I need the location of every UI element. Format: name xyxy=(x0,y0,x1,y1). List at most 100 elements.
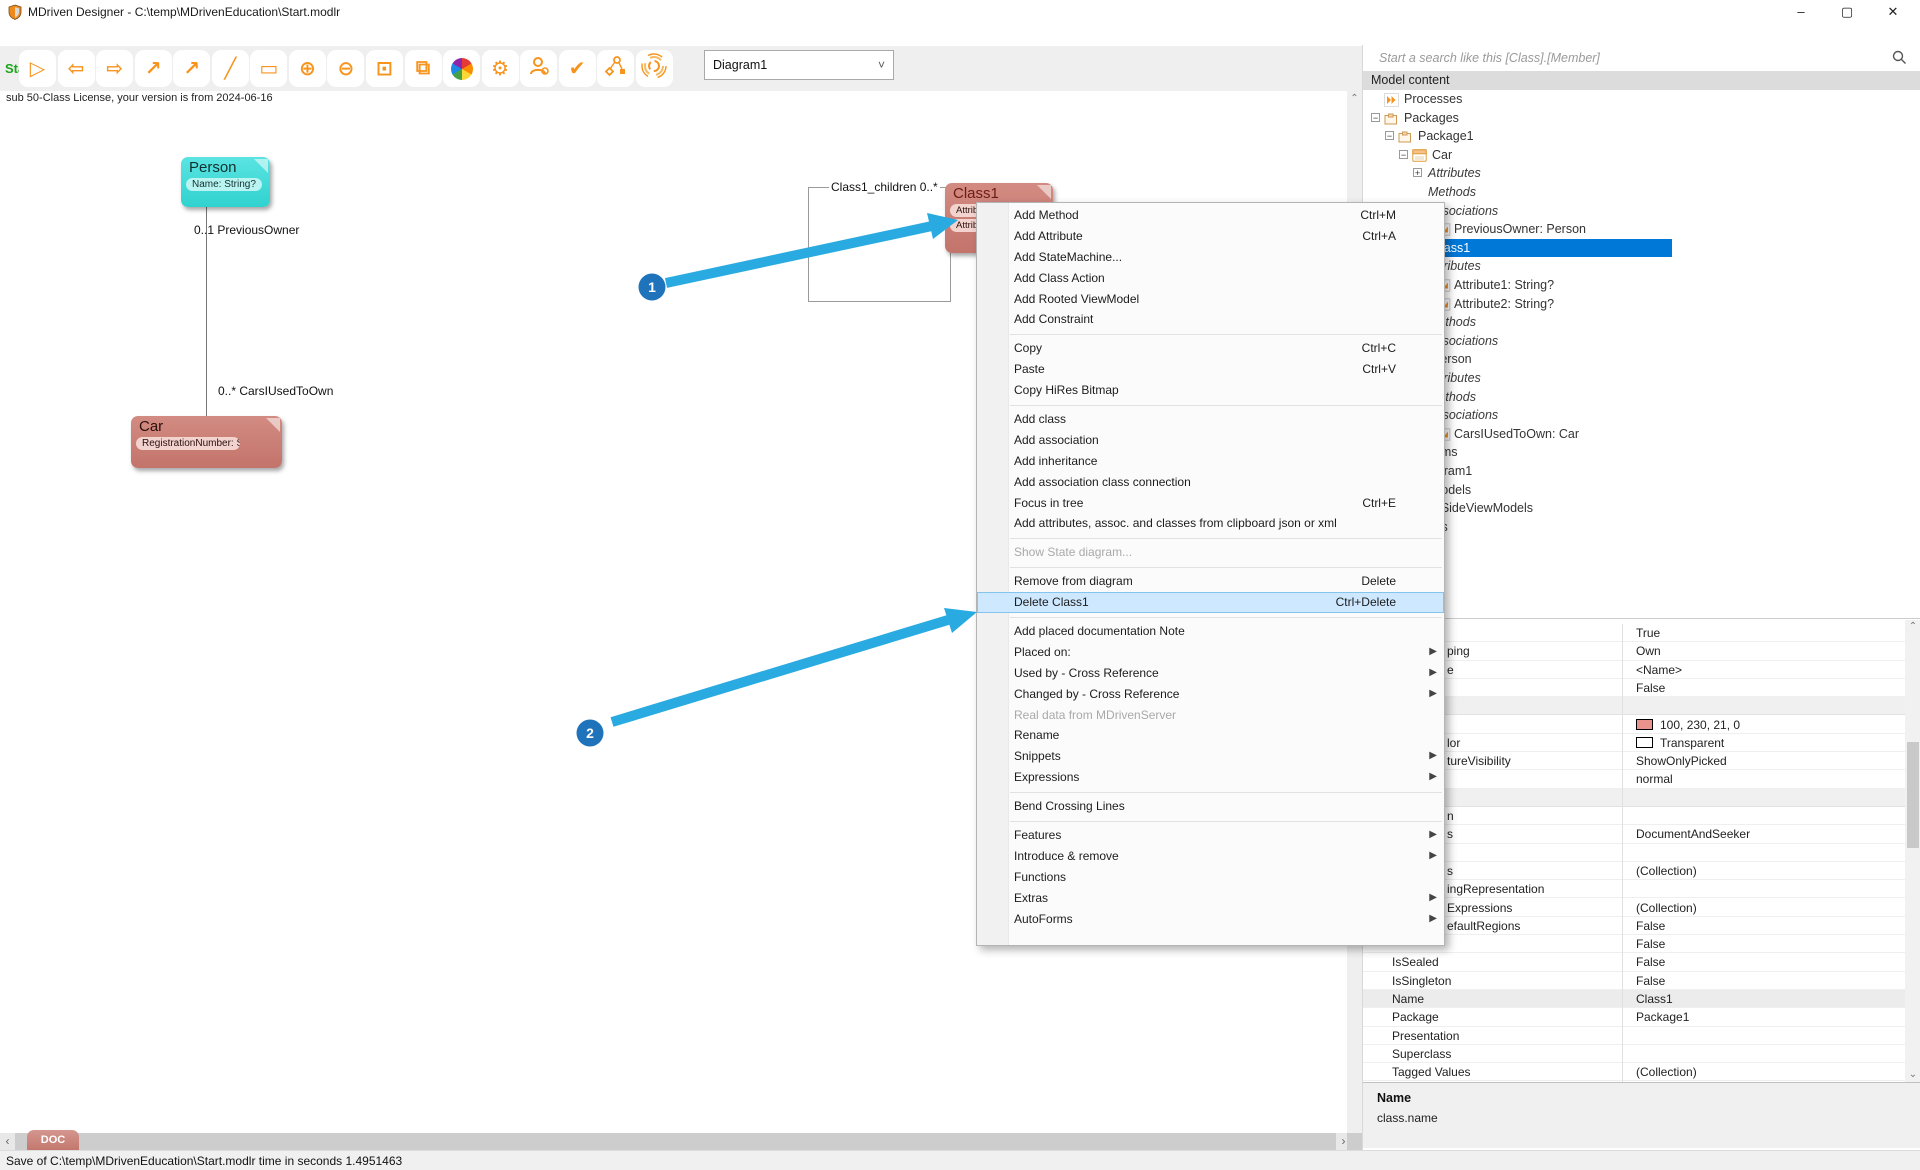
menu-item-add-association[interactable]: Add association xyxy=(977,430,1444,451)
tree-item-associations[interactable]: Associations xyxy=(1363,406,1920,425)
property-row-issealed[interactable]: IsSealedFalse xyxy=(1363,953,1905,971)
menu-item-add-attribute[interactable]: Add AttributeCtrl+A xyxy=(977,226,1444,247)
doc-tab[interactable]: DOC xyxy=(27,1130,79,1150)
property-row-superclass[interactable]: Superclass xyxy=(1363,1045,1905,1063)
search-icon[interactable] xyxy=(1892,50,1907,70)
property-grid-scrollbar[interactable]: ⌃ ⌄ xyxy=(1905,620,1920,1082)
tree-item-class1[interactable]: −Class1 xyxy=(1363,239,1920,258)
tree-item-attribute2-string[interactable]: Attribute2: String? xyxy=(1363,295,1920,314)
scroll-left-icon[interactable]: ‹ xyxy=(0,1133,15,1150)
run-button[interactable]: ▷ xyxy=(19,50,56,87)
menu-item-functions[interactable]: Functions xyxy=(977,867,1444,888)
menu-item-add-association-class-connection[interactable]: Add association class connection xyxy=(977,472,1444,493)
minimize-button[interactable]: – xyxy=(1780,0,1822,24)
menu-item-features[interactable]: Features▶ xyxy=(977,825,1444,846)
validate-window-button[interactable]: ⊡ xyxy=(366,50,403,87)
class-box-person[interactable]: Person Name: String? xyxy=(181,157,270,207)
tree-item-attributes[interactable]: −Attributes xyxy=(1363,257,1920,276)
menu-item-copy[interactable]: CopyCtrl+C xyxy=(977,338,1444,359)
model-search-input[interactable]: Start a search like this [Class].[Member… xyxy=(1363,45,1920,72)
menu-item-rename[interactable]: Rename xyxy=(977,725,1444,746)
menu-item-copy-hires-bitmap[interactable]: Copy HiRes Bitmap xyxy=(977,380,1444,401)
tree-item-car[interactable]: −Car xyxy=(1363,146,1920,165)
run-viewmodel-button[interactable]: ⧉ xyxy=(405,50,442,87)
property-row-presentation[interactable]: Presentation xyxy=(1363,1027,1905,1045)
menu-item-focus-in-tree[interactable]: Focus in treeCtrl+E xyxy=(977,493,1444,514)
tree-item-methods[interactable]: Methods xyxy=(1363,313,1920,332)
property-grid-column-divider[interactable] xyxy=(1622,624,1623,1082)
canvas-horizontal-scrollbar[interactable] xyxy=(0,1133,1362,1150)
property-row-issingleton[interactable]: IsSingletonFalse xyxy=(1363,972,1905,990)
menu-item-placed-on[interactable]: Placed on:▶ xyxy=(977,642,1444,663)
menu-item-bend-crossing-lines[interactable]: Bend Crossing Lines xyxy=(977,796,1444,817)
expand-icon[interactable]: + xyxy=(1413,168,1422,177)
tree-item-processes[interactable]: Processes xyxy=(1363,90,1920,109)
collapse-icon[interactable]: − xyxy=(1371,113,1380,122)
tree-item-diagram1[interactable]: Diagram1 xyxy=(1363,462,1920,481)
settings-gears-button[interactable]: ⚙ xyxy=(482,50,519,87)
tree-item-package1[interactable]: −Package1 xyxy=(1363,127,1920,146)
menu-item-extras[interactable]: Extras▶ xyxy=(977,888,1444,909)
draw-dependency-button[interactable]: ╱ xyxy=(212,50,249,87)
property-row-name[interactable]: NameClass1 xyxy=(1363,990,1905,1008)
menu-item-autoforms[interactable]: AutoForms▶ xyxy=(977,909,1444,930)
menu-item-add-method[interactable]: Add MethodCtrl+M xyxy=(977,205,1444,226)
color-wheel-button[interactable] xyxy=(443,50,480,87)
collapse-icon[interactable]: − xyxy=(1399,150,1408,159)
menu-item-used-by-cross-reference[interactable]: Used by - Cross Reference▶ xyxy=(977,663,1444,684)
menu-item-add-class-action[interactable]: Add Class Action xyxy=(977,268,1444,289)
menu-item-add-class[interactable]: Add class xyxy=(977,409,1444,430)
tree-item-carsiusedtoown-car[interactable]: CarsIUsedToOwn: Car xyxy=(1363,425,1920,444)
menu-item-add-constraint[interactable]: Add Constraint xyxy=(977,309,1444,330)
tree-item-packages[interactable]: −Packages xyxy=(1363,109,1920,128)
scrollbar-thumb[interactable] xyxy=(1907,742,1919,848)
scroll-down-icon[interactable]: ⌄ xyxy=(1905,1068,1920,1082)
state-diagram-button[interactable] xyxy=(597,50,634,87)
menu-item-add-attributes-assoc-and-classes-from-clipboard-json-or-xml[interactable]: Add attributes, assoc. and classes from … xyxy=(977,513,1444,534)
mdriven-logo-button[interactable] xyxy=(636,50,673,87)
property-row-tagged-values[interactable]: Tagged Values(Collection) xyxy=(1363,1063,1905,1081)
draw-association-button[interactable]: ↗ xyxy=(135,50,172,87)
tree-item-serversideviewmodels[interactable]: ServerSideViewModels xyxy=(1363,499,1920,518)
tree-item-associations[interactable]: Associations xyxy=(1363,202,1920,221)
menu-item-paste[interactable]: PasteCtrl+V xyxy=(977,359,1444,380)
tree-item-attributes[interactable]: +Attributes xyxy=(1363,164,1920,183)
tree-item-attributes[interactable]: +Attributes xyxy=(1363,369,1920,388)
nav-back-button[interactable]: ⇦ xyxy=(58,50,95,87)
tree-item-person[interactable]: −Person xyxy=(1363,350,1920,369)
draw-directed-association-button[interactable]: ↗ xyxy=(173,50,210,87)
tree-item-methods[interactable]: Methods xyxy=(1363,388,1920,407)
place-class-button[interactable]: ▭ xyxy=(250,50,287,87)
panel-splitter[interactable] xyxy=(1363,618,1920,619)
scroll-up-icon[interactable]: ⌃ xyxy=(1347,91,1362,106)
tree-item-methods[interactable]: Methods xyxy=(1363,183,1920,202)
property-row-package[interactable]: PackagePackage1 xyxy=(1363,1008,1905,1026)
menu-item-changed-by-cross-reference[interactable]: Changed by - Cross Reference▶ xyxy=(977,684,1444,705)
menu-item-introduce-remove[interactable]: Introduce & remove▶ xyxy=(977,846,1444,867)
zoom-out-button[interactable]: ⊖ xyxy=(327,50,364,87)
menu-item-add-inheritance[interactable]: Add inheritance xyxy=(977,451,1444,472)
class-box-car[interactable]: Car RegistrationNumber: String? xyxy=(131,416,282,468)
close-button[interactable]: ✕ xyxy=(1872,0,1914,24)
scroll-up-icon[interactable]: ⌃ xyxy=(1905,620,1920,634)
zoom-in-button[interactable]: ⊕ xyxy=(289,50,326,87)
maximize-button[interactable]: ▢ xyxy=(1826,0,1868,24)
menu-item-delete-class1[interactable]: Delete Class1Ctrl+Delete xyxy=(977,592,1444,613)
tree-item-viewmodels[interactable]: ViewModels xyxy=(1363,481,1920,500)
menu-item-add-rooted-viewmodel[interactable]: Add Rooted ViewModel xyxy=(977,289,1444,310)
tree-item-previousowner-person[interactable]: PreviousOwner: Person xyxy=(1363,220,1920,239)
tree-item-associations[interactable]: Associations xyxy=(1363,332,1920,351)
verify-check-button[interactable]: ✔ xyxy=(559,50,596,87)
menu-item-add-placed-documentation-note[interactable]: Add placed documentation Note xyxy=(977,621,1444,642)
diagram-selector-dropdown[interactable]: Diagram1 ˅ xyxy=(704,50,894,80)
menu-item-snippets[interactable]: Snippets▶ xyxy=(977,746,1444,767)
access-groups-button[interactable] xyxy=(520,50,557,87)
nav-forward-button[interactable]: ⇨ xyxy=(96,50,133,87)
tree-item-diagrams[interactable]: −Diagrams xyxy=(1363,443,1920,462)
tree-item-attribute1-string[interactable]: Attribute1: String? xyxy=(1363,276,1920,295)
collapse-icon[interactable]: − xyxy=(1385,131,1394,140)
tree-item-queries[interactable]: Queries xyxy=(1363,518,1920,537)
menu-item-expressions[interactable]: Expressions▶ xyxy=(977,767,1444,788)
menu-item-remove-from-diagram[interactable]: Remove from diagramDelete xyxy=(977,571,1444,592)
menu-item-add-statemachine[interactable]: Add StateMachine... xyxy=(977,247,1444,268)
